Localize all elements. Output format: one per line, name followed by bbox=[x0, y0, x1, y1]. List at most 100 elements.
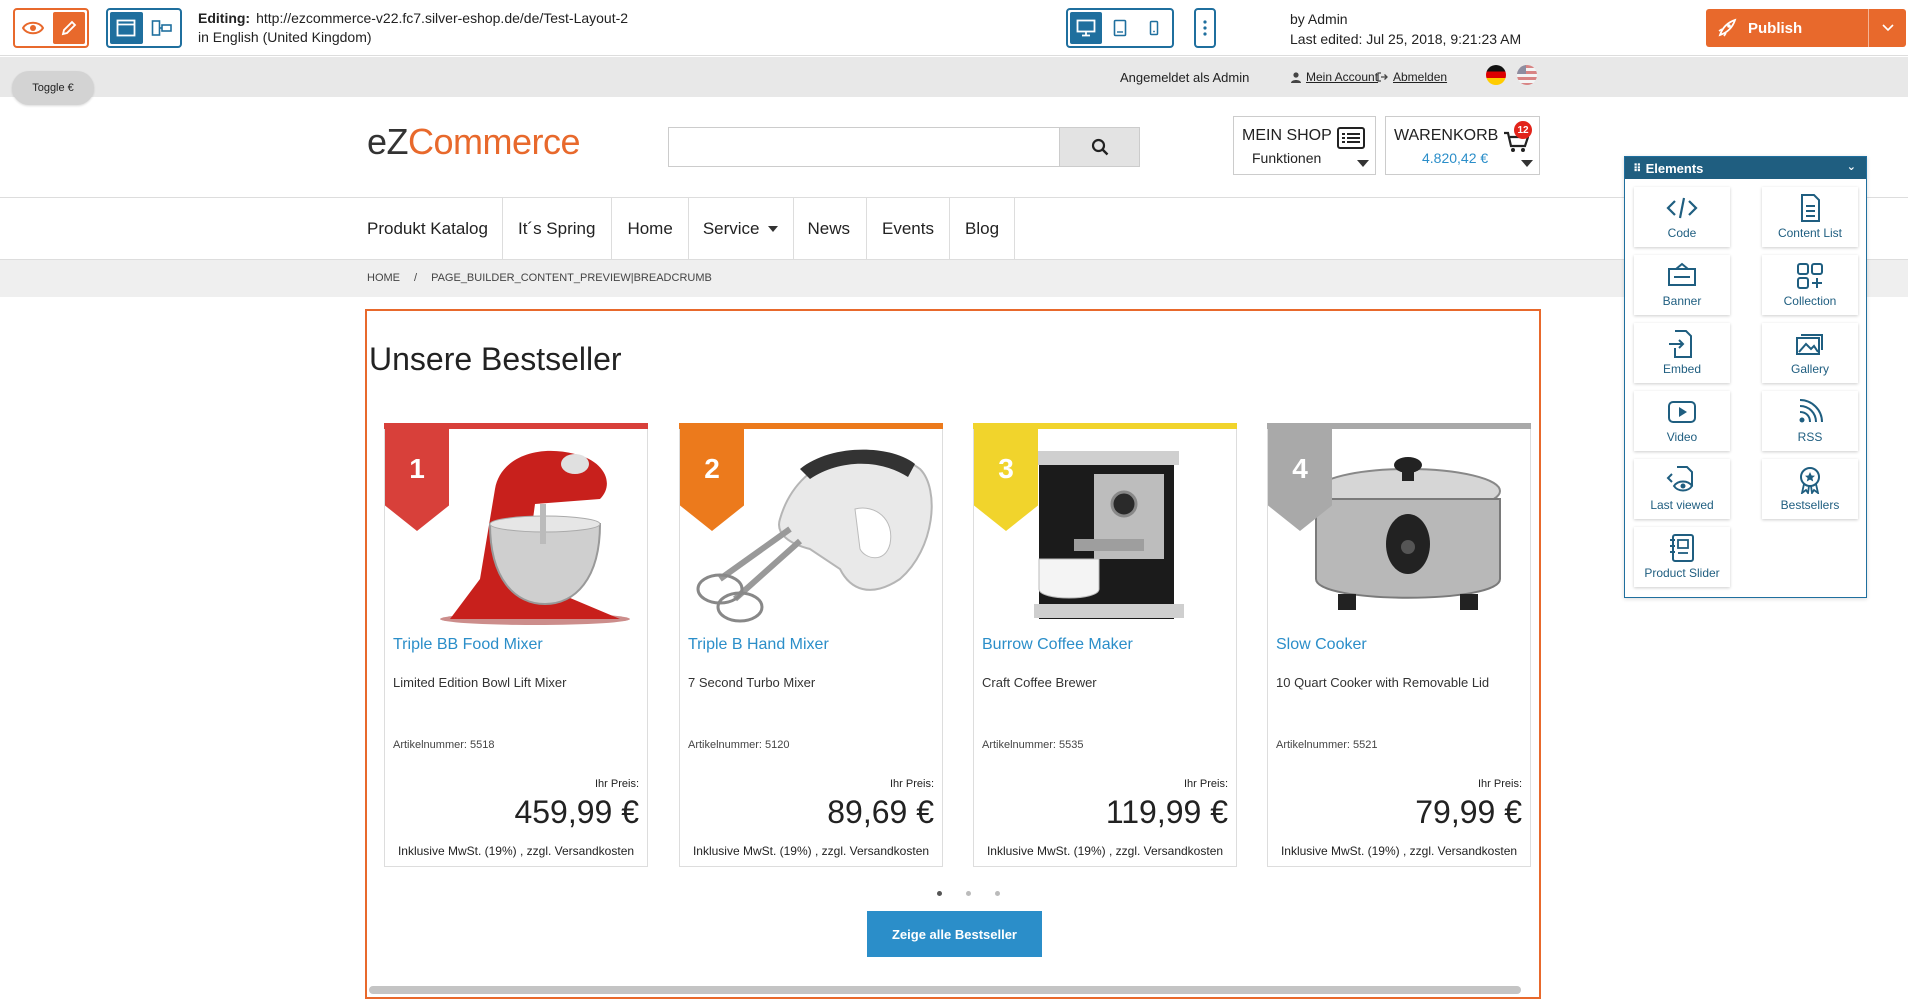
mode-switcher bbox=[13, 8, 89, 48]
tablet-icon bbox=[1113, 19, 1127, 37]
my-account-link[interactable]: Mein Account bbox=[1291, 70, 1378, 84]
us-flag-icon[interactable] bbox=[1517, 65, 1537, 85]
preview-mode-button[interactable] bbox=[17, 12, 50, 44]
tax-note: Inklusive MwSt. (19%) , zzgl. Versandkos… bbox=[692, 844, 930, 858]
slider-dot[interactable] bbox=[937, 891, 942, 896]
author-info: by Admin Last edited: Jul 25, 2018, 9:21… bbox=[1290, 9, 1521, 49]
nav-item-label: Produkt Katalog bbox=[367, 218, 488, 238]
product-description: Limited Edition Bowl Lift Mixer bbox=[393, 675, 567, 690]
nav-item-home[interactable]: Home bbox=[612, 198, 689, 259]
element-rss[interactable]: RSS bbox=[1762, 391, 1858, 451]
tax-note: Inklusive MwSt. (19%) , zzgl. Versandkos… bbox=[397, 844, 635, 858]
video-icon bbox=[1668, 401, 1696, 423]
my-shop-subtitle: Funktionen bbox=[1252, 150, 1322, 166]
list-icon bbox=[1337, 127, 1365, 154]
element-gallery[interactable]: Gallery bbox=[1762, 323, 1858, 383]
page-layout-button[interactable] bbox=[110, 12, 143, 44]
element-video[interactable]: Video bbox=[1634, 391, 1730, 451]
collection-icon bbox=[1797, 263, 1823, 289]
product-name-link[interactable]: Triple B Hand Mixer bbox=[688, 636, 829, 654]
desktop-view-button[interactable] bbox=[1070, 12, 1102, 44]
publish-dropdown-toggle[interactable] bbox=[1868, 9, 1906, 47]
product-price: 119,99 € bbox=[1105, 794, 1228, 830]
more-options-button[interactable] bbox=[1194, 8, 1216, 48]
product-card[interactable]: 4 Slow Cooker 10 Quart Cooker with Remov… bbox=[1267, 423, 1531, 867]
element-collection[interactable]: Collection bbox=[1762, 255, 1858, 315]
breadcrumb-current: PAGE_BUILDER_CONTENT_PREVIEW|BREADCRUMB bbox=[431, 272, 712, 284]
breadcrumb-home[interactable]: HOME bbox=[367, 272, 400, 284]
mobile-view-button[interactable] bbox=[1138, 12, 1170, 44]
product-card[interactable]: 1 Triple BB Food Mixer Limited Edition B… bbox=[384, 423, 648, 867]
nav-item-produkt-katalog[interactable]: Produkt Katalog bbox=[367, 198, 503, 259]
horizontal-scrollbar[interactable] bbox=[369, 986, 1521, 994]
toggle-currency-button[interactable]: Toggle € bbox=[12, 71, 94, 105]
element-banner[interactable]: Banner bbox=[1634, 255, 1730, 315]
element-label: Last viewed bbox=[1650, 498, 1714, 512]
product-price: 89,69 € bbox=[827, 794, 934, 830]
structure-view-button[interactable] bbox=[146, 12, 179, 44]
shop-logo[interactable]: eZCommerce bbox=[367, 121, 581, 163]
search-button[interactable] bbox=[1060, 127, 1140, 167]
caret-down-icon bbox=[1357, 160, 1369, 167]
product-sku: Artikelnummer: 5120 bbox=[688, 739, 790, 751]
element-label: Video bbox=[1666, 430, 1698, 444]
nav-item-its-spring[interactable]: It´s Spring bbox=[503, 198, 613, 259]
tablet-view-button[interactable] bbox=[1104, 12, 1136, 44]
product-name-link[interactable]: Slow Cooker bbox=[1276, 636, 1367, 654]
element-content-list[interactable]: Content List bbox=[1762, 187, 1858, 247]
nav-item-events[interactable]: Events bbox=[867, 198, 950, 259]
nav-item-service[interactable]: Service bbox=[689, 198, 794, 259]
slider-dot[interactable] bbox=[995, 891, 1000, 896]
drag-handle-icon[interactable]: ⠿ bbox=[1633, 162, 1641, 175]
my-shop-menu[interactable]: MEIN SHOP Funktionen bbox=[1233, 116, 1376, 175]
chevron-down-icon[interactable]: ⌄ bbox=[1847, 160, 1856, 173]
publish-button[interactable]: Publish bbox=[1706, 9, 1906, 47]
tax-note: Inklusive MwSt. (19%) , zzgl. Versandkos… bbox=[1280, 844, 1518, 858]
show-all-bestsellers-button[interactable]: Zeige alle Bestseller bbox=[867, 911, 1042, 957]
editor-toolbar: Editing: http://ezcommerce-v22.fc7.silver… bbox=[0, 0, 1908, 56]
nav-item-blog[interactable]: Blog bbox=[950, 198, 1016, 259]
product-description: Craft Coffee Brewer bbox=[982, 675, 1097, 690]
gallery-icon bbox=[1796, 334, 1823, 355]
product-card[interactable]: 2 Triple B Hand Mixer 7 Second Turbo Mix… bbox=[679, 423, 943, 867]
element-label: RSS bbox=[1797, 430, 1823, 444]
slider-dot[interactable] bbox=[966, 891, 971, 896]
login-status: Angemeldet als Admin bbox=[1120, 70, 1250, 85]
german-flag-icon[interactable] bbox=[1486, 65, 1506, 85]
embed-icon bbox=[1669, 330, 1692, 358]
eye-icon bbox=[22, 21, 45, 35]
document-list-icon bbox=[1801, 194, 1820, 222]
bestseller-title: Unsere Bestseller bbox=[369, 341, 622, 377]
pencil-icon bbox=[61, 20, 77, 36]
elements-panel-header[interactable]: ⠿ Elements ⌄ bbox=[1625, 157, 1866, 179]
kebab-menu-icon bbox=[1203, 20, 1207, 36]
element-label: Collection bbox=[1783, 294, 1837, 308]
window-icon bbox=[116, 19, 136, 37]
search-input[interactable] bbox=[668, 127, 1060, 167]
user-icon bbox=[1291, 71, 1301, 83]
my-account-label: Mein Account bbox=[1306, 70, 1379, 84]
cart-total: 4.820,42 € bbox=[1422, 150, 1489, 166]
logout-link[interactable]: Abmelden bbox=[1377, 70, 1447, 84]
price-label: Ihr Preis: bbox=[594, 778, 639, 790]
cart-menu[interactable]: WARENKORB 4.820,42 € 12 bbox=[1385, 116, 1540, 175]
bestseller-block[interactable]: Unsere Bestseller 1 Triple BB Food Mixer… bbox=[365, 309, 1541, 999]
element-product-slider[interactable]: Product Slider bbox=[1634, 527, 1730, 587]
product-name-link[interactable]: Triple BB Food Mixer bbox=[393, 636, 543, 654]
product-name-link[interactable]: Burrow Coffee Maker bbox=[982, 636, 1133, 654]
element-embed[interactable]: Embed bbox=[1634, 323, 1730, 383]
nav-item-label: Blog bbox=[965, 218, 1000, 238]
product-card[interactable]: 3 Burrow Coffee Maker Craft Coffee Brewe… bbox=[973, 423, 1237, 867]
element-last-viewed[interactable]: Last viewed bbox=[1634, 459, 1730, 519]
breadcrumb-bar bbox=[0, 259, 1908, 297]
element-bestsellers[interactable]: Bestsellers bbox=[1762, 459, 1858, 519]
product-description: 10 Quart Cooker with Removable Lid bbox=[1276, 675, 1490, 690]
nav-item-news[interactable]: News bbox=[794, 198, 868, 259]
shop-meta-bar bbox=[0, 57, 1908, 97]
edit-mode-button[interactable] bbox=[52, 12, 85, 44]
banner-icon bbox=[1668, 262, 1696, 286]
element-code[interactable]: Code bbox=[1634, 187, 1730, 247]
tax-note: Inklusive MwSt. (19%) , zzgl. Versandkos… bbox=[986, 844, 1224, 858]
rss-icon bbox=[1799, 399, 1823, 423]
main-navigation: Produkt Katalog It´s Spring Home Service… bbox=[367, 198, 1016, 259]
